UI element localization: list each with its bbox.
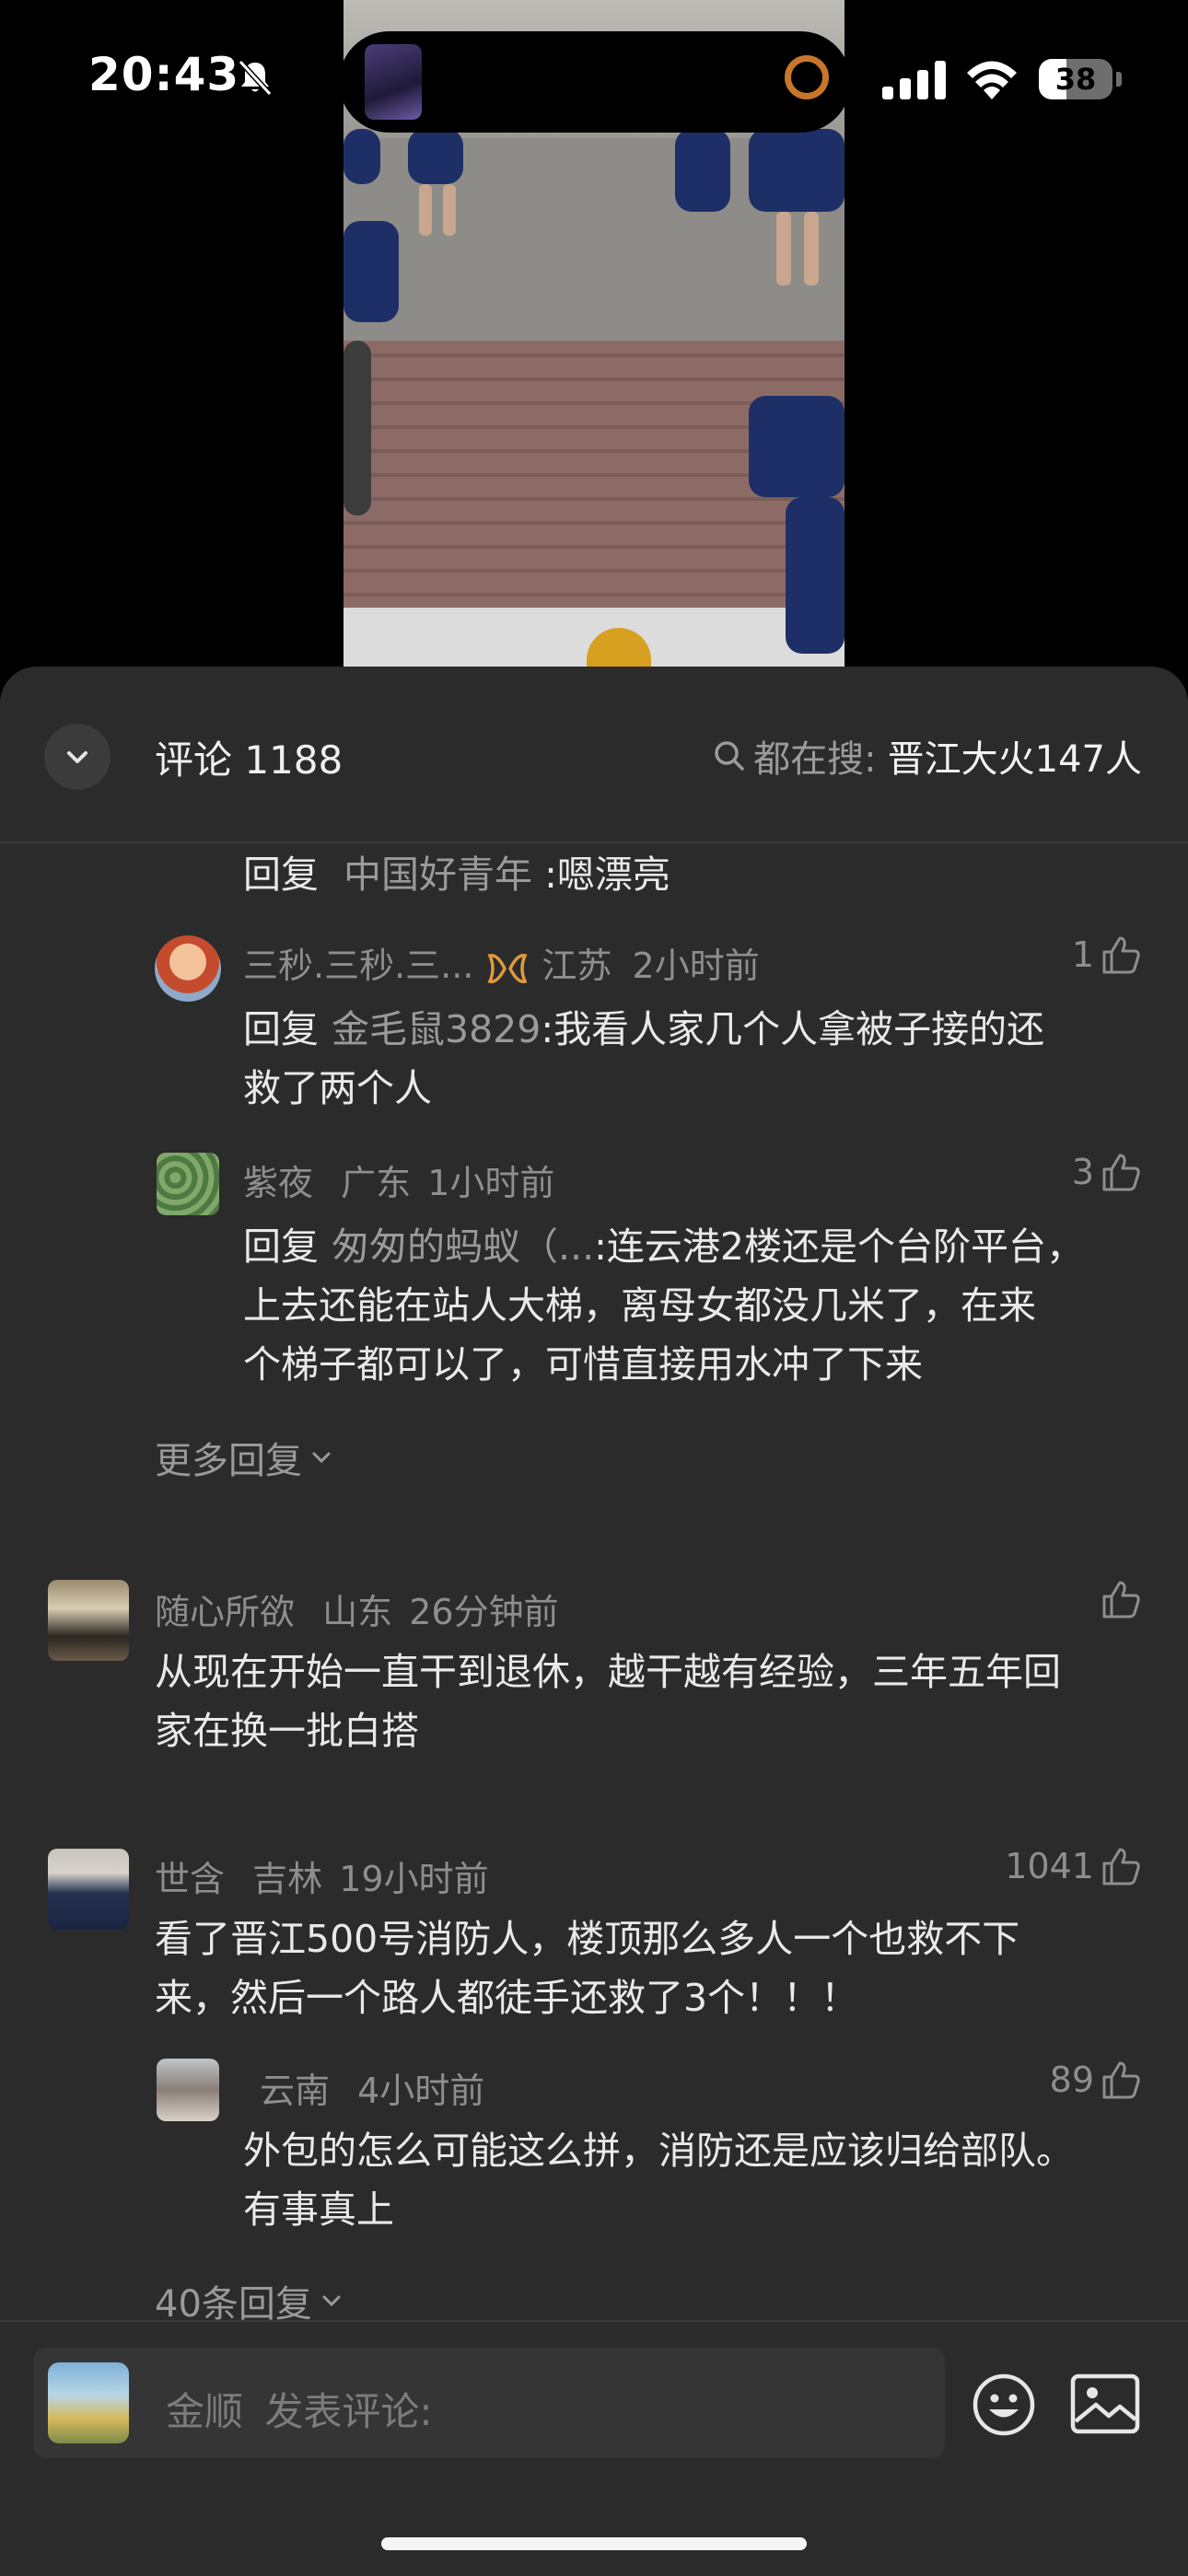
comment-text[interactable]: 看了晋江500号消防人，楼顶那么多人一个也救不下 来，然后一个路人都徒手还救了3… — [155, 1909, 1149, 2027]
thumbs-up-icon — [1102, 1581, 1140, 1619]
chevron-down-icon — [312, 1452, 331, 1464]
activity-ring-icon — [785, 55, 829, 99]
signal-icon — [882, 61, 946, 99]
reply-to-user[interactable]: 匆匆的蚂蚁（... — [332, 1224, 594, 1269]
comment-meta: 世含 吉林 19小时前 — [155, 1859, 489, 1899]
comment-input[interactable]: 金顺 发表评论: — [33, 2348, 945, 2458]
search-term: 晋江大火147人 — [887, 738, 1142, 781]
user-name[interactable]: 随心所欲 — [155, 1592, 295, 1632]
user-name[interactable]: 世含 — [155, 1859, 225, 1899]
search-icon — [715, 741, 744, 771]
reply-text[interactable]: 外包的怎么可能这么拼，消防还是应该归给部队。 有事真上 — [243, 2121, 1155, 2239]
comments-header: 评论 1188 都在搜: 晋江大火147人 — [0, 667, 1188, 843]
reply-meta: 紫夜 广东 1小时前 — [243, 1163, 555, 1203]
battery-text: 38 — [1054, 62, 1097, 97]
avatar[interactable] — [157, 1153, 219, 1215]
wifi-icon — [967, 61, 1017, 99]
user-name[interactable]: 云南 — [260, 2071, 330, 2111]
status-time: 20:43 — [88, 48, 240, 101]
home-indicator[interactable] — [381, 2537, 807, 2550]
reply-to-user[interactable]: 金毛鼠3829 — [332, 1007, 541, 1051]
bell-slash-icon — [238, 59, 273, 97]
app-icon — [365, 44, 422, 120]
trending-search[interactable]: 都在搜: 晋江大火147人 — [713, 729, 1142, 783]
like-button[interactable]: 1 — [1072, 934, 1142, 976]
badge-icon — [487, 953, 528, 983]
status-bar: 20:43 38 — [0, 0, 1188, 157]
reply-text[interactable]: 回复 中国好青年 :嗯漂亮 — [243, 845, 670, 904]
avatar[interactable] — [155, 935, 221, 1002]
user-name[interactable]: 三秒.三秒.三... — [243, 946, 473, 986]
comments-panel: 评论 1188 都在搜: 晋江大火147人 回复 中国好青年 :嗯漂亮 三秒.三… — [0, 667, 1188, 2574]
chevron-down-icon — [67, 751, 87, 763]
user-name[interactable]: 紫夜 — [243, 1163, 313, 1203]
like-button[interactable] — [1094, 1578, 1142, 1620]
comment-text[interactable]: 从现在开始一直干到退休，越干越有经验，三年五年回 家在换一批白搭 — [155, 1642, 1149, 1760]
thumbs-up-icon — [1102, 1848, 1140, 1886]
reply-meta: 云南 4小时前 — [260, 2071, 485, 2111]
like-button[interactable]: 89 — [1050, 2059, 1142, 2101]
image-icon[interactable] — [1070, 2373, 1140, 2434]
search-prefix: 都在搜: — [753, 738, 877, 781]
avatar[interactable] — [48, 1849, 129, 1930]
avatar[interactable] — [48, 1580, 129, 1661]
avatar — [48, 2362, 129, 2443]
thumbs-up-icon — [1102, 936, 1140, 974]
chevron-down-icon — [322, 2295, 341, 2307]
like-button[interactable]: 1041 — [1005, 1845, 1142, 1887]
collapse-button[interactable] — [44, 724, 111, 790]
reply-text[interactable]: 回复 匆匆的蚂蚁（...:连云港2楼还是个台阶平台， 上去还能在站人大梯，离母女都… — [243, 1217, 1146, 1394]
comments-count-title: 评论 1188 — [155, 737, 344, 783]
thumbs-up-icon — [1102, 1154, 1140, 1191]
thumbs-up-icon — [1102, 2061, 1140, 2099]
reply-to-user[interactable]: 中国好青年 — [344, 853, 532, 897]
dynamic-island[interactable] — [339, 31, 851, 133]
emoji-icon[interactable] — [971, 2372, 1037, 2438]
avatar[interactable] — [157, 2059, 219, 2121]
reply-text[interactable]: 回复 金毛鼠3829:我看人家几个人拿被子接的还 救了两个人 — [243, 1000, 1127, 1118]
comment-meta: 随心所欲 山东 26分钟前 — [155, 1592, 559, 1632]
input-placeholder: 金顺 发表评论: — [166, 2389, 433, 2434]
like-button[interactable]: 3 — [1072, 1151, 1142, 1193]
reply-meta: 三秒.三秒.三... 江苏 2小时前 — [243, 946, 760, 986]
battery-icon: 38 — [1039, 59, 1122, 99]
more-replies-link[interactable]: 更多回复 — [155, 1431, 333, 1484]
